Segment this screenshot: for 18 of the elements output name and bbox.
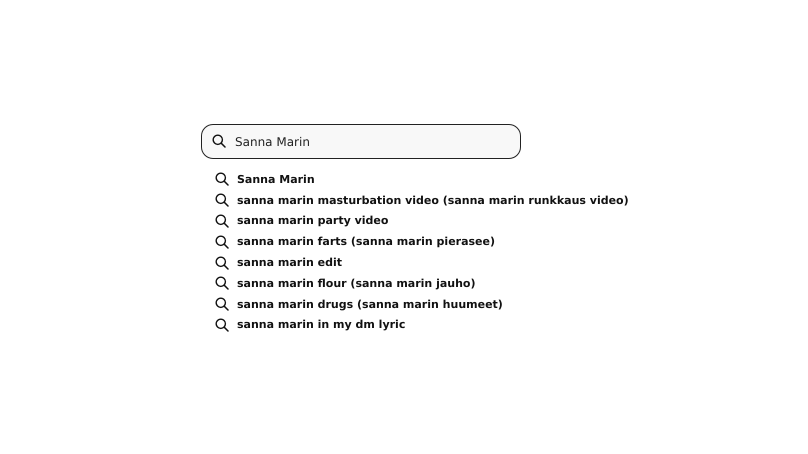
- suggestion-item[interactable]: sanna marin party video: [213, 210, 390, 232]
- search-icon: [215, 214, 229, 228]
- search-icon: [212, 134, 226, 148]
- search-icon: [215, 276, 229, 290]
- search-icon: [215, 256, 229, 270]
- suggestion-item[interactable]: sanna marin farts (sanna marin pierasee): [213, 231, 497, 252]
- search-icon: [215, 318, 229, 332]
- search-field[interactable]: Sanna Marin: [201, 124, 521, 159]
- search-icon: [215, 172, 229, 186]
- suggestion-item[interactable]: sanna marin drugs (sanna marin huumeet): [213, 294, 505, 315]
- suggestion-item[interactable]: sanna marin flour (sanna marin jauho): [213, 272, 478, 294]
- search-icon: [215, 297, 229, 312]
- search-icon: [215, 193, 229, 208]
- suggestion-item[interactable]: sanna marin masturbation video (sanna marin runkkaus video): [213, 190, 631, 211]
- suggestion-item[interactable]: Sanna Marin: [213, 169, 317, 190]
- suggestion-item[interactable]: sanna marin in my dm lyric: [213, 314, 408, 336]
- suggestion-item[interactable]: sanna marin edit: [213, 252, 344, 273]
- search-icon: [215, 234, 229, 249]
